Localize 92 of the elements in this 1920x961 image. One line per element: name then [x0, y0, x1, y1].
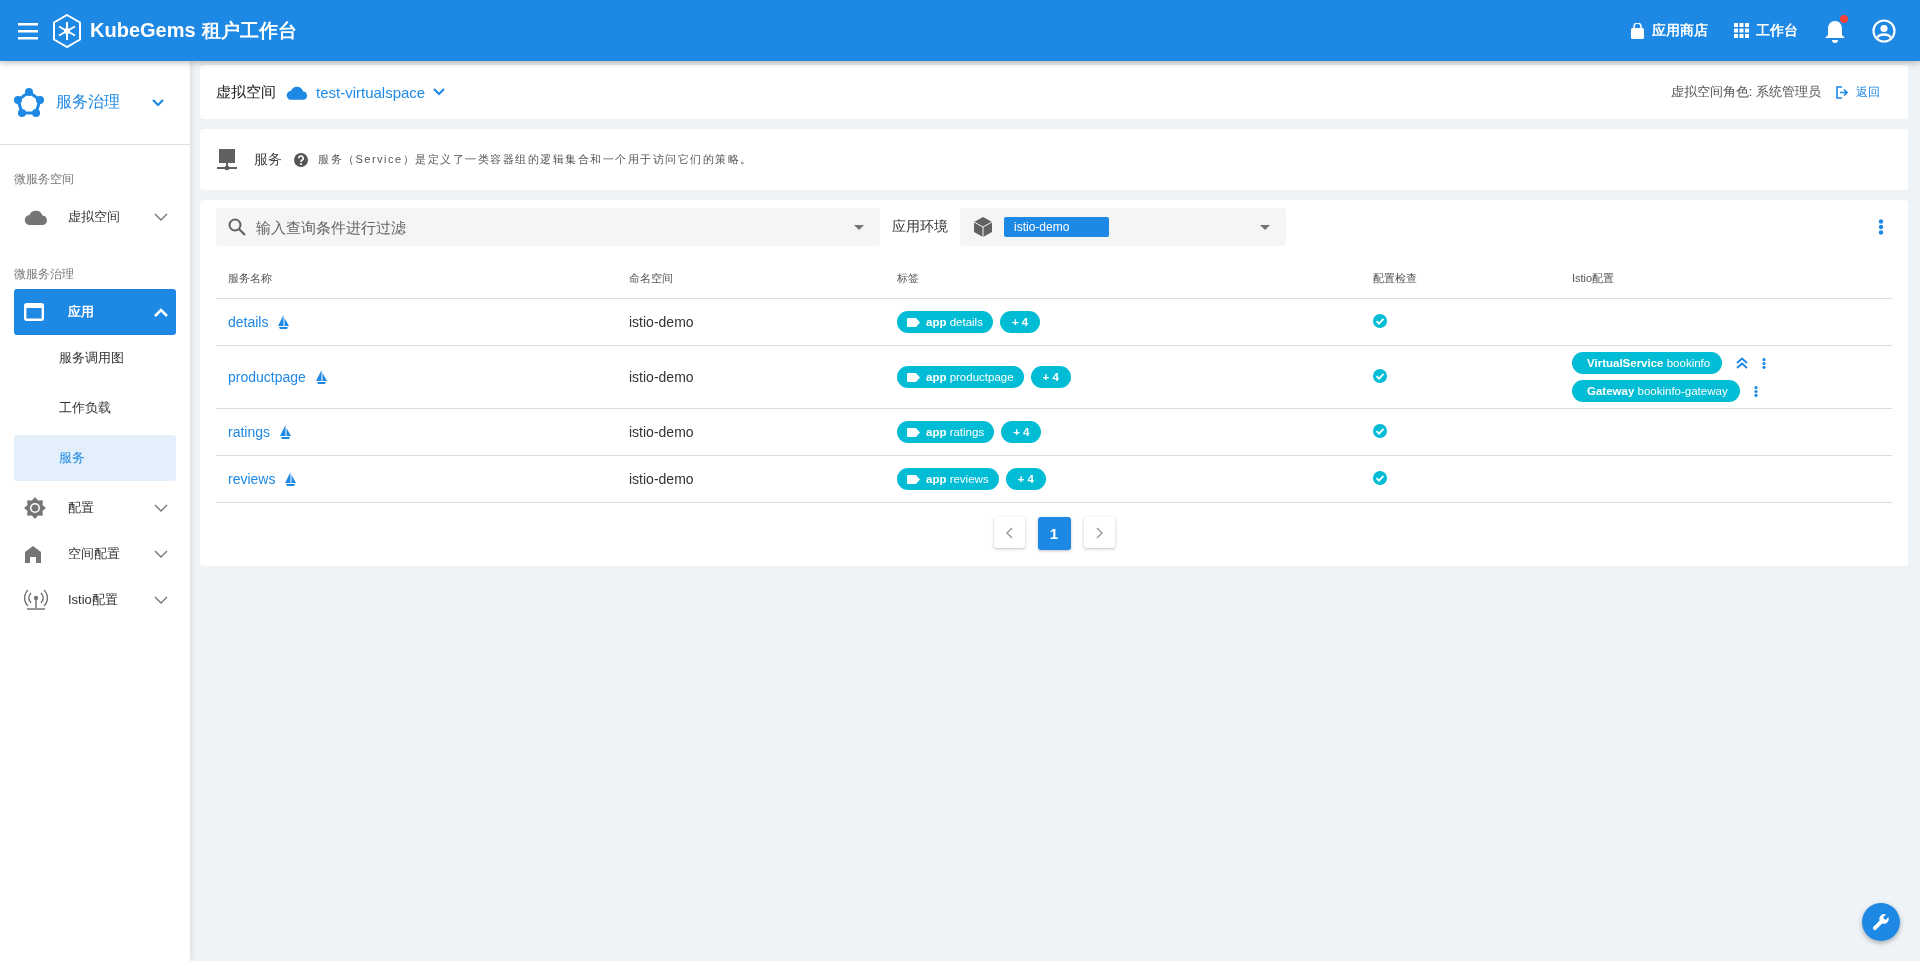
more-labels-chip[interactable]: + 4	[1001, 421, 1042, 443]
section-heading: 微服务治理	[13, 266, 75, 283]
namespace-text: istio-demo	[629, 314, 694, 330]
nav-item[interactable]: 配置	[14, 485, 176, 531]
tag-icon	[907, 317, 920, 327]
nav-item[interactable]: 虚拟空间	[14, 194, 176, 240]
nav-subitem[interactable]: 服务	[14, 435, 176, 481]
column-header: 命名空间	[629, 271, 673, 284]
dropdown-caret-icon	[1260, 224, 1270, 230]
namespace-text: istio-demo	[629, 369, 694, 385]
column-header: Istio配置	[1572, 271, 1615, 284]
service-link[interactable]: reviews	[228, 471, 276, 487]
window-icon	[24, 303, 44, 321]
istio-resource-chip[interactable]: Gateway bookinfo-gateway	[1572, 380, 1740, 402]
search-field[interactable]: 输入查询条件进行过滤	[216, 208, 880, 246]
tag-icon	[907, 372, 920, 382]
home-icon	[24, 545, 42, 563]
more-labels-chip[interactable]: + 4	[999, 311, 1041, 333]
dropdown-caret-icon	[854, 225, 864, 230]
chevron-icon	[154, 212, 168, 222]
breadcrumb-label: 虚拟空间	[216, 82, 276, 102]
more-labels-chip[interactable]: + 4	[1030, 366, 1071, 388]
service-link[interactable]: ratings	[228, 424, 271, 440]
module-switcher[interactable]: 服务治理	[0, 61, 190, 145]
help-icon	[294, 152, 308, 167]
exit-icon	[1835, 85, 1848, 99]
tag-icon	[907, 474, 920, 484]
sailboat-icon	[285, 472, 297, 486]
info-description: 服务（Service）是定义了一类容器组的逻辑集合和一个用于访问它们的策略。	[318, 152, 753, 167]
environment-chip: istio-demo	[1004, 217, 1110, 237]
back-link[interactable]: 返回	[1835, 83, 1880, 101]
service-link[interactable]: productpage	[228, 369, 306, 385]
chevron-icon	[154, 503, 168, 513]
info-title: 服务	[254, 150, 282, 169]
service-link[interactable]: details	[228, 314, 269, 330]
cube-icon	[974, 217, 992, 237]
nav-item[interactable]: 应用	[14, 289, 176, 335]
header-link[interactable]: 工作台	[1734, 21, 1798, 40]
label-chip: app productpage	[897, 366, 1024, 388]
bag-icon	[1630, 22, 1645, 39]
brand-name: KubeGems	[90, 19, 196, 42]
chevron-icon	[154, 307, 168, 317]
virtualspace-selector[interactable]: test-virtualspace	[286, 83, 446, 101]
chevron-down-icon	[433, 88, 446, 96]
namespace-text: istio-demo	[629, 424, 694, 440]
chevron-left-icon	[1005, 526, 1013, 539]
network-icon	[14, 87, 44, 118]
server-icon	[216, 148, 238, 171]
environment-select[interactable]: istio-demo	[960, 208, 1286, 246]
workspace-title: 租户工作台	[201, 18, 297, 43]
tag-icon	[907, 427, 920, 437]
column-header: 服务名称	[228, 271, 272, 284]
nav-item[interactable]: Istio配置	[14, 577, 176, 623]
label-chip: app ratings	[897, 421, 995, 443]
antenna-icon	[24, 589, 48, 611]
column-header: 标签	[897, 271, 919, 284]
chevron-down-icon	[152, 98, 164, 107]
chevron-icon	[154, 549, 168, 559]
sailboat-icon	[278, 315, 290, 329]
chevron-icon	[154, 595, 168, 605]
chevron-right-icon	[1095, 526, 1103, 539]
cloud-icon	[286, 84, 308, 100]
label-chip: app details	[897, 311, 993, 333]
namespace-text: istio-demo	[629, 471, 694, 487]
role-text: 虚拟空间角色: 系统管理员	[1670, 83, 1821, 101]
cloud-icon	[24, 209, 48, 225]
more-icon[interactable]	[1762, 357, 1767, 369]
nav-subitem[interactable]: 服务调用图	[14, 335, 176, 381]
logo-icon	[52, 13, 82, 48]
section-heading: 微服务空间	[13, 171, 75, 188]
header-link[interactable]: 应用商店	[1630, 21, 1708, 40]
column-header: 配置检查	[1373, 271, 1417, 284]
label-chip: app reviews	[897, 468, 999, 490]
bell-icon[interactable]	[1824, 18, 1846, 43]
sailboat-icon	[315, 370, 327, 384]
more-icon[interactable]	[1878, 219, 1884, 235]
wrench-icon	[1872, 913, 1890, 931]
menu-icon[interactable]	[18, 21, 40, 40]
settings-icon	[24, 497, 46, 519]
more-labels-chip[interactable]: + 4	[1005, 468, 1046, 490]
more-icon[interactable]	[1753, 385, 1758, 397]
environment-label: 应用环境	[892, 218, 948, 236]
tools-fab-button[interactable]	[1862, 903, 1900, 941]
grid-icon	[1734, 23, 1749, 38]
double-chevron-up-icon[interactable]	[1736, 357, 1749, 369]
sailboat-icon	[280, 425, 292, 439]
nav-subitem[interactable]: 工作负载	[14, 385, 176, 431]
page-button[interactable]: 1	[1037, 517, 1071, 550]
account-icon[interactable]	[1872, 18, 1896, 43]
istio-resource-chip[interactable]: VirtualService bookinfo	[1572, 352, 1723, 374]
nav-item[interactable]: 空间配置	[14, 531, 176, 577]
search-icon	[228, 218, 246, 236]
